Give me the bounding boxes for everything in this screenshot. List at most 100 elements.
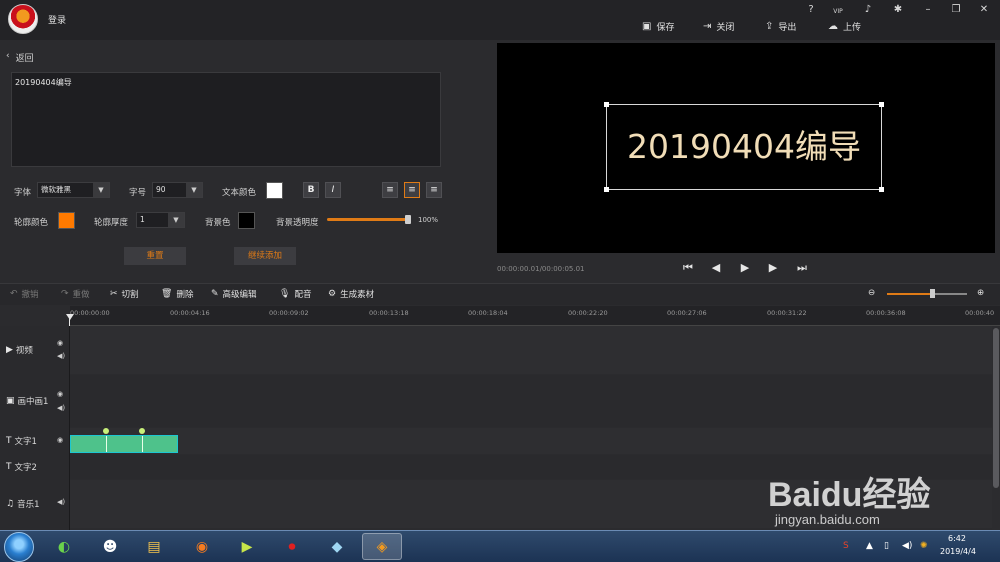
- close-button[interactable]: ⇥ 关闭: [703, 19, 734, 33]
- chevron-down-icon: ▼: [168, 213, 184, 227]
- size-select[interactable]: 90 ▼: [152, 182, 203, 198]
- cut-button[interactable]: ✂ 切割: [110, 288, 139, 300]
- undo-icon: ↶: [10, 289, 18, 299]
- skip-end-icon[interactable]: ⏭: [795, 261, 809, 275]
- continue-add-button[interactable]: 继续添加: [234, 247, 296, 265]
- taskbar-app-window-icon[interactable]: ◆: [317, 533, 357, 560]
- delete-button[interactable]: 🗑 删除: [161, 288, 193, 300]
- text-icon: T: [6, 462, 12, 472]
- align-center-button[interactable]: ≡: [404, 182, 420, 198]
- back-button[interactable]: ‹ 返回: [6, 51, 34, 64]
- bell-icon[interactable]: ♪: [860, 3, 876, 17]
- gear-icon[interactable]: ✱: [890, 3, 906, 17]
- taskbar-app-qq-icon[interactable]: ☻: [90, 533, 130, 560]
- watermark-url: jingyan.baidu.com: [775, 512, 880, 527]
- clock-time[interactable]: 6:42: [948, 534, 966, 543]
- redo-icon: ↷: [61, 289, 69, 299]
- text-color-swatch[interactable]: [266, 182, 283, 199]
- sogou-ime-icon[interactable]: S: [843, 541, 849, 551]
- ruler-tick-label: 00:00:09:02: [269, 309, 309, 317]
- speaker-icon[interactable]: ◀): [57, 404, 65, 412]
- minimize-icon[interactable]: –: [920, 3, 936, 17]
- zoom-slider-fill: [887, 293, 933, 295]
- timeline-scrollbar-thumb[interactable]: [993, 328, 999, 488]
- taskbar-app-firefox-icon[interactable]: ◉: [182, 533, 222, 560]
- track-lane-text1[interactable]: [70, 428, 992, 454]
- chevron-down-icon: ▼: [186, 183, 202, 197]
- ruler-tick-label: 00:00:13:18: [369, 309, 409, 317]
- play-icon[interactable]: ▶: [738, 261, 752, 275]
- close-window-icon[interactable]: ✕: [976, 3, 992, 17]
- taskbar-app-editor-icon[interactable]: ◈: [362, 533, 402, 560]
- bold-button[interactable]: B: [303, 182, 319, 198]
- step-forward-icon[interactable]: ▶: [766, 261, 780, 275]
- ruler-tick-label: 00:00:27:06: [667, 309, 707, 317]
- network-icon[interactable]: ✺: [920, 541, 928, 551]
- align-left-button[interactable]: ≡: [382, 182, 398, 198]
- track-lane-pip[interactable]: [70, 375, 992, 427]
- help-icon[interactable]: ?: [803, 3, 819, 17]
- dub-button[interactable]: 🎙 配音: [279, 288, 311, 300]
- upload-button[interactable]: ☁ 上传: [828, 19, 861, 33]
- volume-icon[interactable]: ◀): [902, 541, 912, 551]
- login-link[interactable]: 登录: [48, 13, 66, 26]
- taskbar-app-360-icon[interactable]: ◐: [44, 533, 84, 560]
- generate-material-button[interactable]: ⚙ 生成素材: [328, 288, 374, 300]
- upload-label: 上传: [843, 22, 862, 33]
- zoom-in-icon[interactable]: ⊕: [977, 288, 984, 298]
- bg-opacity-slider-thumb[interactable]: [405, 215, 411, 224]
- align-right-button[interactable]: ≡: [426, 182, 442, 198]
- generate-label: 生成素材: [340, 290, 375, 300]
- text-clip[interactable]: [70, 435, 178, 453]
- reset-button[interactable]: 重置: [124, 247, 186, 265]
- zoom-slider-thumb[interactable]: [930, 289, 935, 298]
- cloud-upload-icon: ☁: [828, 20, 838, 32]
- vip-label: VIP: [833, 8, 843, 15]
- eye-icon[interactable]: ◉: [57, 436, 63, 444]
- tray-arrow-icon[interactable]: ▲: [866, 541, 873, 551]
- speaker-icon[interactable]: ◀): [57, 352, 65, 360]
- clip-divider: [142, 436, 143, 452]
- step-back-icon[interactable]: ◀: [709, 261, 723, 275]
- bg-opacity-slider[interactable]: [327, 218, 411, 221]
- usb-icon[interactable]: ▯: [884, 541, 889, 551]
- video-icon: ▶: [6, 345, 13, 355]
- italic-button[interactable]: I: [325, 182, 341, 198]
- clock-date[interactable]: 2019/4/4: [940, 547, 976, 556]
- size-value: 90: [156, 185, 166, 194]
- app-logo[interactable]: [8, 4, 38, 34]
- outline-width-select[interactable]: 1 ▼: [136, 212, 185, 228]
- redo-button[interactable]: ↷ 重做: [61, 288, 90, 300]
- keyframe-marker[interactable]: [103, 428, 109, 434]
- text-input[interactable]: 20190404编导: [11, 72, 441, 167]
- restore-icon[interactable]: ❐: [948, 3, 964, 17]
- save-button[interactable]: ▣ 保存: [642, 19, 674, 33]
- taskbar-app-folder-icon[interactable]: ▤: [134, 533, 174, 560]
- taskbar-app-recorder-icon[interactable]: ⏺: [272, 533, 312, 560]
- vip-icon[interactable]: VIP: [830, 3, 846, 17]
- font-label: 字体: [14, 188, 32, 198]
- bg-color-swatch[interactable]: [238, 212, 255, 229]
- speaker-icon[interactable]: ◀): [57, 498, 65, 506]
- track-header-video[interactable]: ▶ 视频: [0, 326, 70, 374]
- track-lane-video[interactable]: [70, 326, 992, 374]
- skip-start-icon[interactable]: ⏮: [681, 261, 695, 275]
- ruler-tick-label: 00:00:31:22: [767, 309, 807, 317]
- zoom-out-icon[interactable]: ⊖: [868, 288, 875, 298]
- undo-button[interactable]: ↶ 撤销: [10, 288, 39, 300]
- taskbar-app-media-icon[interactable]: ▶: [227, 533, 267, 560]
- track-header-text2[interactable]: T 文字2: [0, 455, 70, 479]
- font-select[interactable]: 微软雅黑 ▼: [37, 182, 110, 198]
- start-button[interactable]: [4, 532, 34, 562]
- track-header-pip[interactable]: ▣ 画中画1: [0, 375, 70, 427]
- export-button[interactable]: ⇪ 导出: [765, 19, 796, 33]
- track-name: 画中画1: [17, 397, 49, 407]
- keyframe-marker[interactable]: [139, 428, 145, 434]
- playhead-handle[interactable]: [66, 314, 74, 320]
- advanced-edit-button[interactable]: ✎ 高级编辑: [211, 288, 257, 300]
- watermark-logo: Baidu经验: [768, 476, 931, 514]
- cut-label: 切割: [121, 290, 139, 300]
- eye-icon[interactable]: ◉: [57, 390, 63, 398]
- eye-icon[interactable]: ◉: [57, 339, 63, 347]
- outline-color-swatch[interactable]: [58, 212, 75, 229]
